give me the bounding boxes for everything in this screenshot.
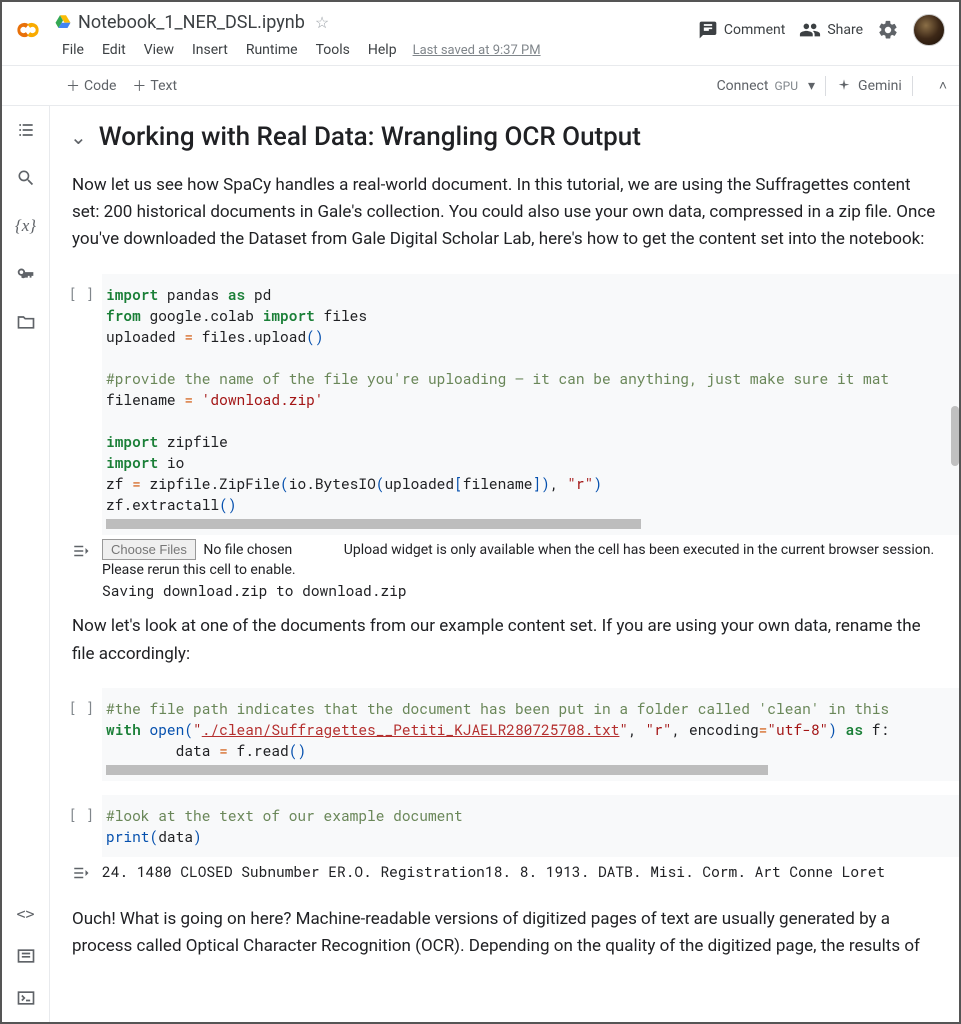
code-area[interactable]: #the file path indicates that the docume… xyxy=(102,688,959,781)
menu-insert[interactable]: Insert xyxy=(184,38,236,62)
saving-message: Saving download.zip to download.zip xyxy=(102,580,939,601)
header: Notebook_1_NER_DSL.ipynb ☆ File Edit Vie… xyxy=(2,2,959,66)
choose-files-button[interactable]: Choose Files xyxy=(102,539,196,560)
caret-down-icon[interactable]: ▾ xyxy=(808,78,815,94)
cell-output: 24. 1480 CLOSED Subnumber ER.O. Registra… xyxy=(102,861,959,882)
menu-view[interactable]: View xyxy=(136,38,182,62)
text-cell: Now let's look at one of the documents f… xyxy=(50,601,959,679)
colab-logo[interactable] xyxy=(10,12,46,48)
variables-icon[interactable]: {x} xyxy=(14,214,38,238)
command-palette-icon[interactable] xyxy=(14,944,38,968)
drive-icon xyxy=(54,13,72,31)
toolbar: ＋Code ＋Text Connect GPU ▾ Gemini ˄ xyxy=(2,66,959,106)
cell-prompt[interactable]: [ ] xyxy=(50,795,102,857)
menu-edit[interactable]: Edit xyxy=(94,38,134,62)
gemini-label: Gemini xyxy=(858,78,902,94)
code-cell[interactable]: [ ] import pandas as pd from google.cola… xyxy=(50,274,959,535)
last-saved[interactable]: Last saved at 9:37 PM xyxy=(413,43,541,58)
add-code-button[interactable]: ＋Code xyxy=(58,72,124,100)
menu-help[interactable]: Help xyxy=(360,38,405,62)
menu-file[interactable]: File xyxy=(54,38,92,62)
chevron-up-icon[interactable]: ˄ xyxy=(939,77,947,94)
toolbar-separator xyxy=(912,76,913,96)
notebook-content[interactable]: ⌄ Working with Real Data: Wrangling OCR … xyxy=(50,106,959,1022)
terminal-icon[interactable] xyxy=(14,986,38,1010)
comment-button[interactable]: Comment xyxy=(698,20,785,40)
document-title[interactable]: Notebook_1_NER_DSL.ipynb xyxy=(78,12,305,33)
share-icon xyxy=(799,19,821,41)
secrets-icon[interactable] xyxy=(14,262,38,286)
horizontal-scrollbar[interactable] xyxy=(106,519,641,529)
code-area[interactable]: #look at the text of our example documen… xyxy=(102,795,959,857)
vertical-scrollbar[interactable] xyxy=(951,406,959,466)
add-text-button[interactable]: ＋Text xyxy=(124,72,185,100)
code-cell[interactable]: [ ] #look at the text of our example doc… xyxy=(50,795,959,857)
connect-button[interactable]: Connect xyxy=(717,78,769,94)
text-cell: Ouch! What is going on here? Machine-rea… xyxy=(50,882,959,972)
search-icon[interactable] xyxy=(14,166,38,190)
code-snippets-icon[interactable]: <> xyxy=(14,902,38,926)
toc-icon[interactable] xyxy=(14,118,38,142)
settings-button[interactable] xyxy=(877,19,899,41)
cell-prompt[interactable]: [ ] xyxy=(50,274,102,535)
files-icon[interactable] xyxy=(14,310,38,334)
no-file-label: No file chosen xyxy=(203,542,292,558)
menu-runtime[interactable]: Runtime xyxy=(238,38,306,62)
toolbar-separator xyxy=(825,76,826,96)
add-text-label: Text xyxy=(150,78,177,94)
menu-bar: File Edit View Insert Runtime Tools Help… xyxy=(54,36,698,64)
text-cell: Now let us see how SpaCy handles a real-… xyxy=(50,160,959,266)
cell-output: Choose Files No file chosen Upload widge… xyxy=(102,539,959,602)
menu-tools[interactable]: Tools xyxy=(308,38,358,62)
add-code-label: Code xyxy=(84,78,116,94)
avatar[interactable] xyxy=(913,14,945,46)
comment-label: Comment xyxy=(724,22,785,38)
output-indicator-icon[interactable] xyxy=(50,539,102,602)
cell-prompt[interactable]: [ ] xyxy=(50,688,102,781)
comment-icon xyxy=(698,20,718,40)
code-cell[interactable]: [ ] #the file path indicates that the do… xyxy=(50,688,959,781)
horizontal-scrollbar[interactable] xyxy=(106,765,768,775)
star-icon[interactable]: ☆ xyxy=(315,13,329,32)
output-indicator-icon[interactable] xyxy=(50,861,102,882)
gemini-button[interactable]: Gemini xyxy=(836,78,902,94)
sparkle-icon xyxy=(836,78,852,94)
share-button[interactable]: Share xyxy=(799,19,863,41)
runtime-type: GPU xyxy=(774,79,798,93)
section-chevron-icon[interactable]: ⌄ xyxy=(70,125,87,149)
code-area[interactable]: import pandas as pd from google.colab im… xyxy=(102,274,959,535)
section-title: Working with Real Data: Wrangling OCR Ou… xyxy=(99,122,641,152)
share-label: Share xyxy=(827,22,863,38)
left-rail: {x} <> xyxy=(2,106,50,1022)
gear-icon xyxy=(877,19,899,41)
